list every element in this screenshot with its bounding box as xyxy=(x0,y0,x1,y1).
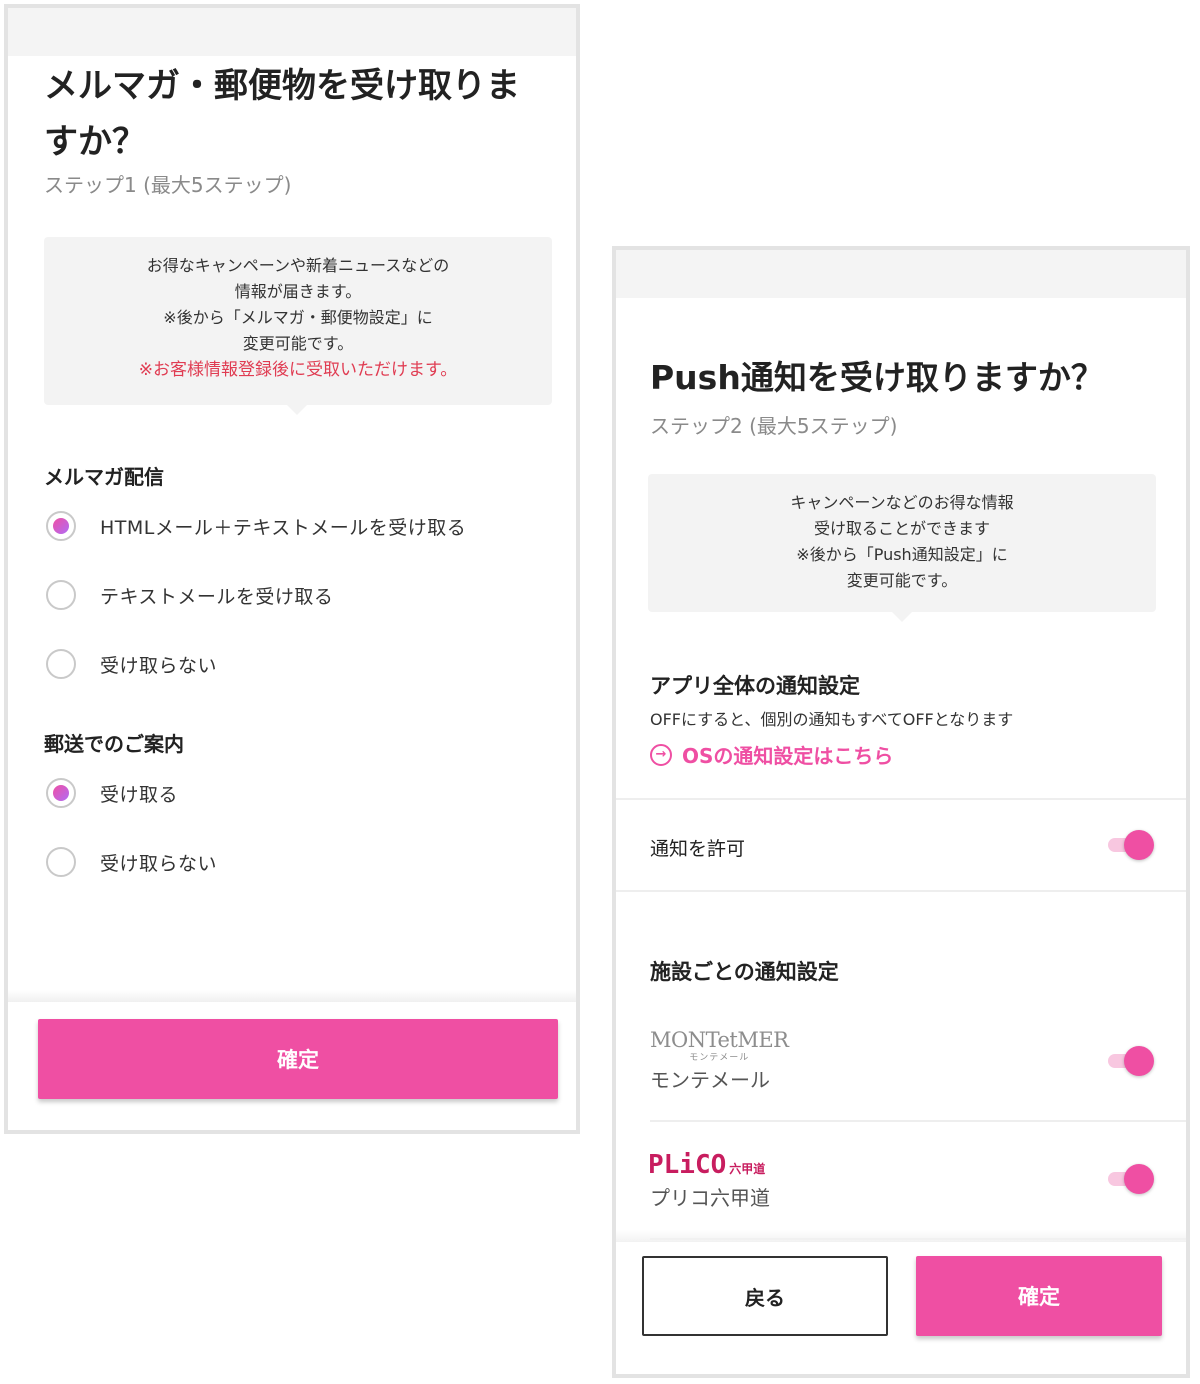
info-line: ※後から「メルマガ・郵便物設定」に xyxy=(163,308,433,327)
facility-toggle-montetmer[interactable] xyxy=(1106,1046,1154,1076)
montetmer-logo-text: MONTetMER xyxy=(650,1028,789,1052)
radio-unselected-icon xyxy=(46,580,76,610)
step-indicator: ステップ2 (最大5ステップ) xyxy=(650,414,898,438)
facility-name-montetmer: モンテメール xyxy=(650,1068,770,1092)
mailmag-settings-screen: メルマガ・郵便物を受け取りま すか？ ステップ1 (最大5ステップ) お得なキャ… xyxy=(4,4,580,1134)
radio-label: テキストメールを受け取る xyxy=(100,585,334,608)
mailmag-heading: メルマガ配信 xyxy=(44,465,164,489)
divider xyxy=(650,1120,1186,1122)
info-line: キャンペーンなどのお得な情報 xyxy=(790,493,1014,512)
info-warning: ※お客様情報登録後に受取いただけます。 xyxy=(138,360,458,380)
divider xyxy=(616,798,1186,800)
info-box-pointer xyxy=(287,405,307,415)
facility-name-plico: プリコ六甲道 xyxy=(650,1186,770,1210)
push-settings-screen: Push通知を受け取りますか？ ステップ2 (最大5ステップ) キャンペーンなど… xyxy=(612,246,1190,1378)
page-title: Push通知を受け取りますか？ xyxy=(650,358,1104,397)
plico-logo: PLiCO 六甲道 xyxy=(648,1150,765,1180)
page-title-line1: メルマガ・郵便物を受け取りま xyxy=(44,66,520,106)
info-line: 受け取ることができます xyxy=(813,519,990,538)
info-box: キャンペーンなどのお得な情報 受け取ることができます ※後から「Push通知設定… xyxy=(648,474,1156,612)
info-box-pointer xyxy=(892,612,912,622)
info-box: お得なキャンペーンや新着ニュースなどの 情報が届きます。 ※後から「メルマガ・郵… xyxy=(44,237,552,405)
radio-postal-receive[interactable]: 受け取る xyxy=(46,773,178,813)
radio-mailmag-html-text[interactable]: HTMLメール＋テキストメールを受け取る xyxy=(46,506,466,546)
facility-notification-heading: 施設ごとの通知設定 xyxy=(650,960,839,984)
radio-mailmag-none[interactable]: 受け取らない xyxy=(46,644,217,684)
plico-logo-text: PLiCO xyxy=(648,1150,727,1180)
radio-label: 受け取らない xyxy=(100,852,218,875)
postal-heading: 郵送でのご案内 xyxy=(44,732,184,756)
os-settings-link-label: OSの通知設定はこちら xyxy=(682,744,894,768)
confirm-button[interactable]: 確定 xyxy=(916,1256,1162,1336)
info-line: 変更可能です。 xyxy=(846,571,958,590)
top-bar xyxy=(616,250,1186,298)
facility-toggle-plico[interactable] xyxy=(1106,1164,1154,1194)
top-bar xyxy=(8,8,576,56)
page-title-line2: すか？ xyxy=(44,122,146,162)
info-line: 変更可能です。 xyxy=(242,334,354,353)
radio-mailmag-text-only[interactable]: テキストメールを受け取る xyxy=(46,575,333,615)
radio-postal-none[interactable]: 受け取らない xyxy=(46,842,217,882)
radio-unselected-icon xyxy=(46,847,76,877)
page-title: メルマガ・郵便物を受け取りま すか？ xyxy=(44,58,520,170)
step-indicator: ステップ1 (最大5ステップ) xyxy=(44,173,292,197)
radio-selected-icon xyxy=(46,511,76,541)
radio-label: 受け取る xyxy=(100,783,179,806)
info-line: ※後から「Push通知設定」に xyxy=(796,545,1008,564)
allow-notification-toggle[interactable] xyxy=(1106,830,1154,860)
info-line: 情報が届きます。 xyxy=(234,282,362,301)
allow-notification-label: 通知を許可 xyxy=(650,838,746,860)
confirm-button[interactable]: 確定 xyxy=(38,1019,558,1099)
divider xyxy=(616,890,1186,892)
radio-label: HTMLメール＋テキストメールを受け取る xyxy=(100,516,467,539)
app-notification-description: OFFにすると、個別の通知もすべてOFFとなります xyxy=(650,710,1014,729)
app-notification-heading: アプリ全体の通知設定 xyxy=(650,674,860,698)
radio-label: 受け取らない xyxy=(100,654,218,677)
radio-unselected-icon xyxy=(46,649,76,679)
footer-divider xyxy=(8,990,576,1002)
radio-selected-icon xyxy=(46,778,76,808)
footer-divider xyxy=(616,1230,1186,1242)
plico-logo-sub: 六甲道 xyxy=(729,1162,766,1176)
info-line: お得なキャンペーンや新着ニュースなどの xyxy=(146,256,450,275)
back-button[interactable]: 戻る xyxy=(642,1256,888,1336)
os-settings-link[interactable]: → OSの通知設定はこちら xyxy=(650,740,893,769)
montetmer-logo: MONTetMER モンテメール xyxy=(650,1028,789,1063)
arrow-right-circle-icon: → xyxy=(650,743,672,766)
